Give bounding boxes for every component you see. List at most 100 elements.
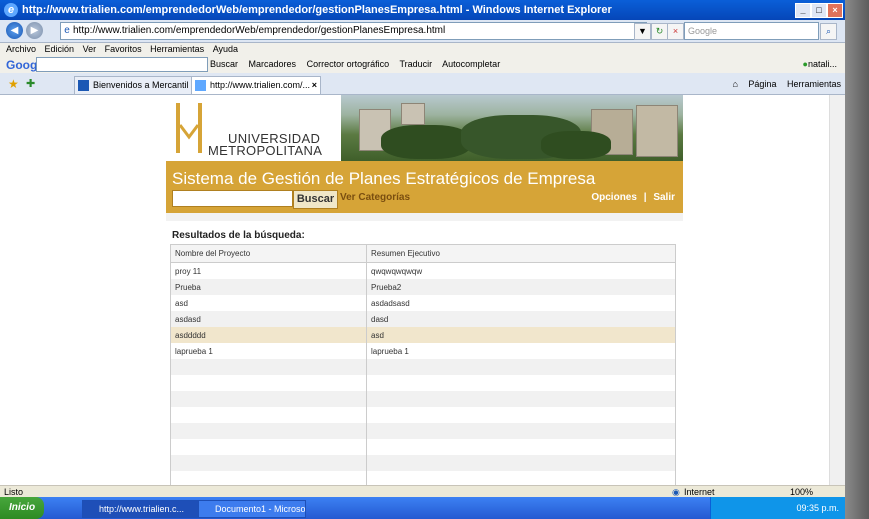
google-autocompletar-button[interactable]: Autocompletar — [442, 59, 500, 69]
table-row[interactable]: laprueba 1 laprueba 1 — [170, 343, 676, 359]
logo-line2: METROPOLITANA — [208, 143, 323, 158]
table-row[interactable]: asd asdadsasd — [170, 295, 676, 311]
google-search-input[interactable] — [36, 57, 208, 72]
tools-menu[interactable]: Herramientas — [787, 79, 841, 89]
ie-icon: e — [4, 3, 18, 17]
divider — [166, 213, 683, 221]
background-edge — [845, 0, 869, 519]
table-row[interactable]: asdasd dasd — [170, 311, 676, 327]
taskbar-ie-button[interactable]: http://www.trialien.c... — [82, 500, 210, 518]
table-header: Nombre del Proyecto Resumen Ejecutivo — [170, 244, 676, 263]
cell-project: laprueba 1 — [170, 343, 367, 359]
cell-summary: qwqwqwqwqw — [366, 262, 676, 279]
url-text: http://www.trialien.com/emprendedorWeb/e… — [73, 25, 446, 36]
header-links: Opciones | Salir — [591, 192, 675, 203]
cell-project: asddddd — [170, 327, 367, 343]
google-corrector-button[interactable]: Corrector ortográfico — [307, 59, 390, 69]
ver-categorias-link[interactable]: Ver Categorías — [340, 192, 410, 203]
table-row-empty — [170, 455, 676, 471]
favorites-star-icon[interactable]: ★ — [8, 77, 19, 91]
salir-link[interactable]: Salir — [653, 192, 675, 203]
google-traducir-button[interactable]: Traducir — [399, 59, 432, 69]
taskbar-word-button[interactable]: Documento1 - Microsoft ... — [198, 500, 306, 518]
results-heading: Resultados de la búsqueda: — [172, 230, 305, 241]
buscar-button[interactable]: Buscar — [293, 190, 338, 209]
system-title: Sistema de Gestión de Planes Estratégico… — [172, 169, 596, 188]
cell-summary: Prueba2 — [366, 279, 676, 295]
tabs-bar: ★ ✚ Bienvenidos a Mercantil Banc... http… — [0, 73, 845, 95]
cell-summary: laprueba 1 — [366, 343, 676, 359]
tab-favicon — [195, 80, 206, 91]
menu-edicion[interactable]: Edición — [45, 44, 75, 54]
table-row-empty — [170, 407, 676, 423]
column-header[interactable]: Nombre del Proyecto — [170, 244, 367, 263]
table-row-highlighted[interactable]: asddddd asd — [170, 327, 676, 343]
cell-summary: dasd — [366, 311, 676, 327]
back-button[interactable]: ◀ — [6, 22, 23, 39]
account-name: natali... — [807, 59, 837, 69]
search-icon[interactable]: ⌕ — [820, 23, 837, 40]
tab-label: http://www.trialien.com/... — [210, 80, 311, 90]
opciones-link[interactable]: Opciones — [591, 192, 637, 203]
table-row-empty — [170, 423, 676, 439]
results-table: Nombre del Proyecto Resumen Ejecutivo pr… — [170, 244, 676, 485]
google-marcadores-button[interactable]: Marcadores — [249, 59, 297, 69]
cell-project: asd — [170, 295, 367, 311]
url-dropdown-icon[interactable]: ▼ — [634, 23, 651, 40]
google-account[interactable]: ●natali... — [803, 55, 837, 73]
minimize-button[interactable]: _ — [795, 3, 811, 18]
google-buscar-button[interactable]: Buscar — [210, 59, 238, 69]
title-bar: e http://www.trialien.com/emprendedorWeb… — [0, 0, 845, 20]
header-bar: Sistema de Gestión de Planes Estratégico… — [166, 161, 683, 213]
menu-favoritos[interactable]: Favoritos — [105, 44, 142, 54]
logo-text: UNIVERSIDAD METROPOLITANA — [208, 132, 323, 158]
maximize-button[interactable]: □ — [811, 3, 827, 18]
page-viewport: UNIVERSIDAD METROPOLITANA Sistema de Ges… — [0, 95, 845, 485]
home-icon[interactable]: ⌂ — [732, 79, 737, 89]
link-separator: | — [643, 192, 647, 203]
cell-project: proy 11 — [170, 262, 367, 279]
web-page: UNIVERSIDAD METROPOLITANA Sistema de Ges… — [166, 95, 683, 485]
add-favorite-icon[interactable]: ✚ — [26, 77, 35, 90]
tab-favicon — [78, 80, 89, 91]
tab-label: Bienvenidos a Mercantil Banc... — [93, 80, 205, 90]
cell-project: Prueba — [170, 279, 367, 295]
clock: 09:35 p.m. — [796, 503, 839, 513]
refresh-icon[interactable]: ↻ — [651, 23, 668, 40]
menu-ver[interactable]: Ver — [83, 44, 97, 54]
table-row-empty — [170, 359, 676, 375]
google-toolbar-items: Buscar Marcadores Corrector ortográfico … — [210, 55, 508, 73]
menu-archivo[interactable]: Archivo — [6, 44, 36, 54]
search-input[interactable]: Google — [684, 22, 819, 40]
close-tab-icon[interactable]: × — [312, 77, 317, 94]
system-tray: 09:35 p.m. — [710, 497, 845, 519]
forward-button[interactable]: ▶ — [26, 22, 43, 39]
page-menu[interactable]: Página — [748, 79, 776, 89]
table-row-empty — [170, 375, 676, 391]
command-bar: ⌂ Página Herramientas — [724, 76, 841, 92]
table-row[interactable]: Prueba Prueba2 — [170, 279, 676, 295]
address-bar: ◀ ▶ e http://www.trialien.com/emprendedor… — [0, 20, 845, 43]
page-icon: e — [64, 25, 70, 36]
taskbar: Inicio http://www.trialien.c... Document… — [0, 497, 845, 519]
cell-project: asdasd — [170, 311, 367, 327]
menu-herramientas[interactable]: Herramientas — [150, 44, 204, 54]
site-banner: UNIVERSIDAD METROPOLITANA — [166, 95, 683, 161]
column-header[interactable]: Resumen Ejecutivo — [366, 244, 676, 263]
table-row-empty — [170, 391, 676, 407]
campus-photo — [341, 95, 683, 161]
url-input[interactable]: e http://www.trialien.com/emprendedorWeb/… — [60, 22, 647, 40]
tab-trialien[interactable]: http://www.trialien.com/... × — [191, 76, 321, 94]
menu-ayuda[interactable]: Ayuda — [213, 44, 238, 54]
cell-summary: asdadsasd — [366, 295, 676, 311]
start-button[interactable]: Inicio — [0, 497, 44, 519]
window-title: http://www.trialien.com/emprendedorWeb/e… — [22, 4, 612, 16]
site-search-input[interactable] — [172, 190, 293, 207]
google-toolbar: Google Buscar Marcadores Corrector ortog… — [0, 55, 845, 74]
table-row[interactable]: proy 11 qwqwqwqwqw — [170, 262, 676, 279]
browser-window: e http://www.trialien.com/emprendedorWeb… — [0, 0, 845, 519]
stop-icon[interactable]: × — [667, 23, 684, 40]
vertical-scrollbar[interactable] — [829, 95, 845, 485]
tab-mercantil[interactable]: Bienvenidos a Mercantil Banc... — [74, 76, 206, 94]
close-window-button[interactable]: × — [827, 3, 843, 18]
